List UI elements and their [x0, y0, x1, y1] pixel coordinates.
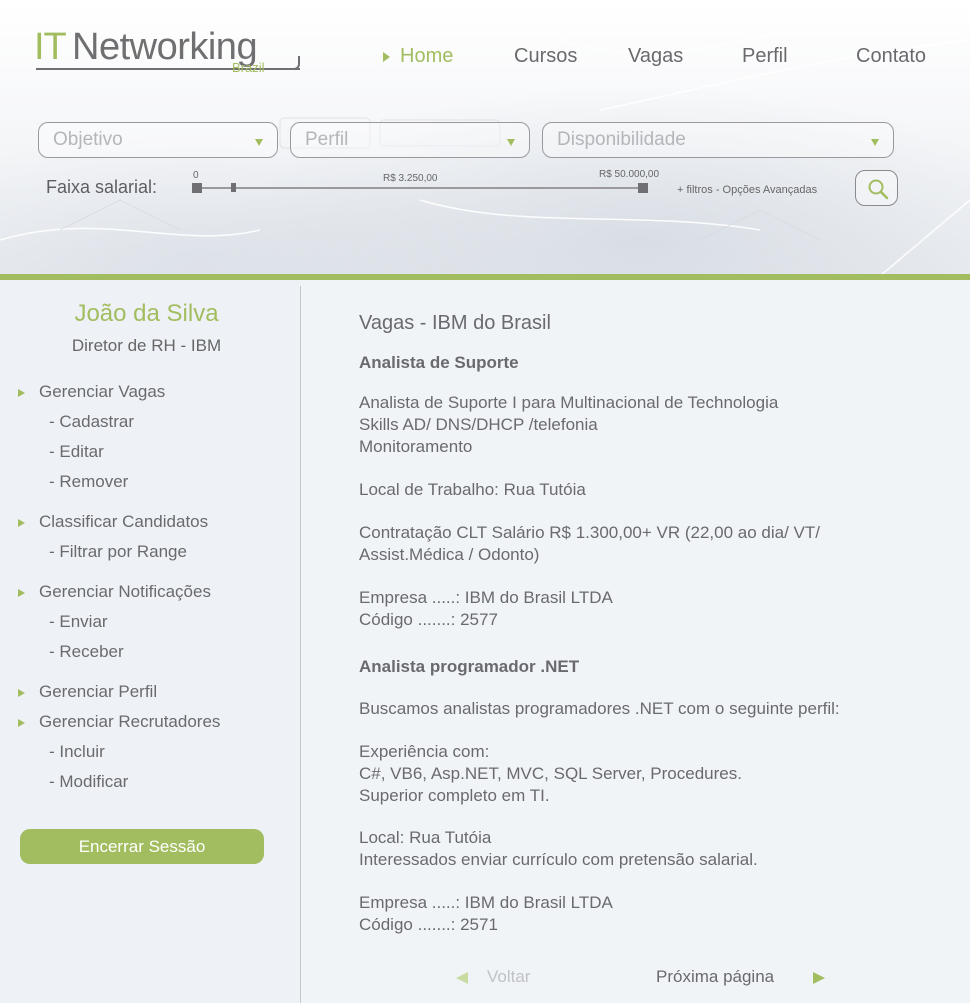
job-company: Empresa .....: IBM do Brasil LTDA [359, 588, 613, 607]
header: IT Networking Brazil Home Cursos Vagas P… [0, 0, 970, 276]
salary-mid-marker[interactable] [231, 183, 236, 192]
salary-min-label: 0 [193, 170, 199, 181]
menu-arrow-icon [18, 519, 25, 527]
salary-range-track[interactable] [196, 187, 642, 189]
chevron-down-icon [507, 139, 515, 146]
page-title: Vagas - IBM do Brasil [359, 312, 551, 334]
job-location: Local: Rua Tutóia [359, 828, 492, 847]
disponibilidade-select[interactable]: Disponibilidade [542, 122, 894, 158]
job-description: Buscamos analistas programadores .NET co… [359, 699, 840, 718]
menu-arrow-icon [18, 719, 25, 727]
nav-vagas[interactable]: Vagas [628, 44, 683, 68]
perfil-select[interactable]: Perfil [290, 122, 530, 158]
menu-gerenciar-perfil[interactable]: Gerenciar Perfil [39, 682, 157, 702]
job-note: Interessados enviar currículo com preten… [359, 850, 758, 869]
job-code: Código .......: 2577 [359, 610, 498, 629]
chevron-down-icon [255, 139, 263, 146]
job-company: Empresa .....: IBM do Brasil LTDA [359, 893, 613, 912]
nav-contato[interactable]: Contato [856, 44, 926, 68]
search-button[interactable] [855, 170, 898, 206]
job-description: Analista de Suporte I para Multinacional… [359, 393, 779, 412]
menu-remover[interactable]: - Remover [49, 472, 128, 492]
arrow-right-icon [813, 972, 825, 984]
job-title[interactable]: Analista de Suporte [359, 353, 519, 373]
job-description: Skills AD/ DNS/DHCP /telefonia [359, 415, 598, 434]
salary-max-label: R$ 50.000,00 [599, 169, 660, 180]
perfil-select-label: Perfil [305, 129, 349, 150]
menu-cadastrar[interactable]: - Cadastrar [49, 412, 134, 432]
job-experience: Superior completo em TI. [359, 786, 550, 805]
nav-perfil[interactable]: Perfil [742, 44, 788, 68]
job-code: Código .......: 2571 [359, 915, 498, 934]
disponibilidade-select-label: Disponibilidade [557, 129, 686, 150]
job-contract: Contratação CLT Salário R$ 1.300,00+ VR … [359, 523, 821, 542]
job-description: Monitoramento [359, 437, 473, 456]
salary-range-label: Faixa salarial: [46, 177, 158, 197]
salary-max-handle[interactable] [638, 183, 648, 193]
menu-arrow-icon [18, 389, 25, 397]
salary-mid-label: R$ 3.250,00 [383, 173, 438, 184]
chevron-down-icon [871, 139, 879, 146]
logout-button[interactable]: Encerrar Sessão [20, 829, 264, 864]
menu-incluir[interactable]: - Incluir [49, 742, 105, 762]
menu-enviar[interactable]: - Enviar [49, 612, 108, 632]
menu-editar[interactable]: - Editar [49, 442, 104, 462]
menu-modificar[interactable]: - Modificar [49, 772, 128, 792]
menu-gerenciar-vagas[interactable]: Gerenciar Vagas [39, 382, 165, 402]
menu-filtrar-por-range[interactable]: - Filtrar por Range [49, 542, 187, 562]
nav-home[interactable]: Home [400, 44, 453, 68]
job-experience: C#, VB6, Asp.NET, MVC, SQL Server, Proce… [359, 764, 742, 783]
job-title[interactable]: Analista programador .NET [359, 657, 579, 677]
top-nav: Home Cursos Vagas Perfil Contato [0, 44, 970, 70]
menu-gerenciar-notificacoes[interactable]: Gerenciar Notificações [39, 582, 211, 602]
user-name: João da Silva [74, 300, 219, 327]
nav-cursos[interactable]: Cursos [514, 44, 577, 68]
menu-receber[interactable]: - Receber [49, 642, 124, 662]
menu-arrow-icon [18, 589, 25, 597]
menu-arrow-icon [18, 689, 25, 697]
user-role: Diretor de RH - IBM [71, 336, 222, 355]
objetivo-select-label: Objetivo [53, 129, 123, 150]
arrow-left-icon [456, 972, 468, 984]
search-icon [868, 179, 889, 200]
previous-page-label: Voltar [487, 967, 531, 986]
advanced-filters-link[interactable]: + filtros - Opções Avançadas [677, 184, 817, 197]
objetivo-select[interactable]: Objetivo [38, 122, 278, 158]
job-location: Local de Trabalho: Rua Tutóia [359, 480, 586, 499]
next-page-label: Próxima página [656, 967, 775, 986]
menu-classificar-candidatos[interactable]: Classificar Candidatos [39, 512, 208, 532]
salary-min-handle[interactable] [192, 183, 202, 193]
job-experience: Experiência com: [359, 742, 490, 761]
menu-gerenciar-recrutadores[interactable]: Gerenciar Recrutadores [39, 712, 220, 732]
nav-active-arrow-icon [383, 52, 390, 62]
job-contract: Assist.Médica / Odonto) [359, 545, 540, 564]
